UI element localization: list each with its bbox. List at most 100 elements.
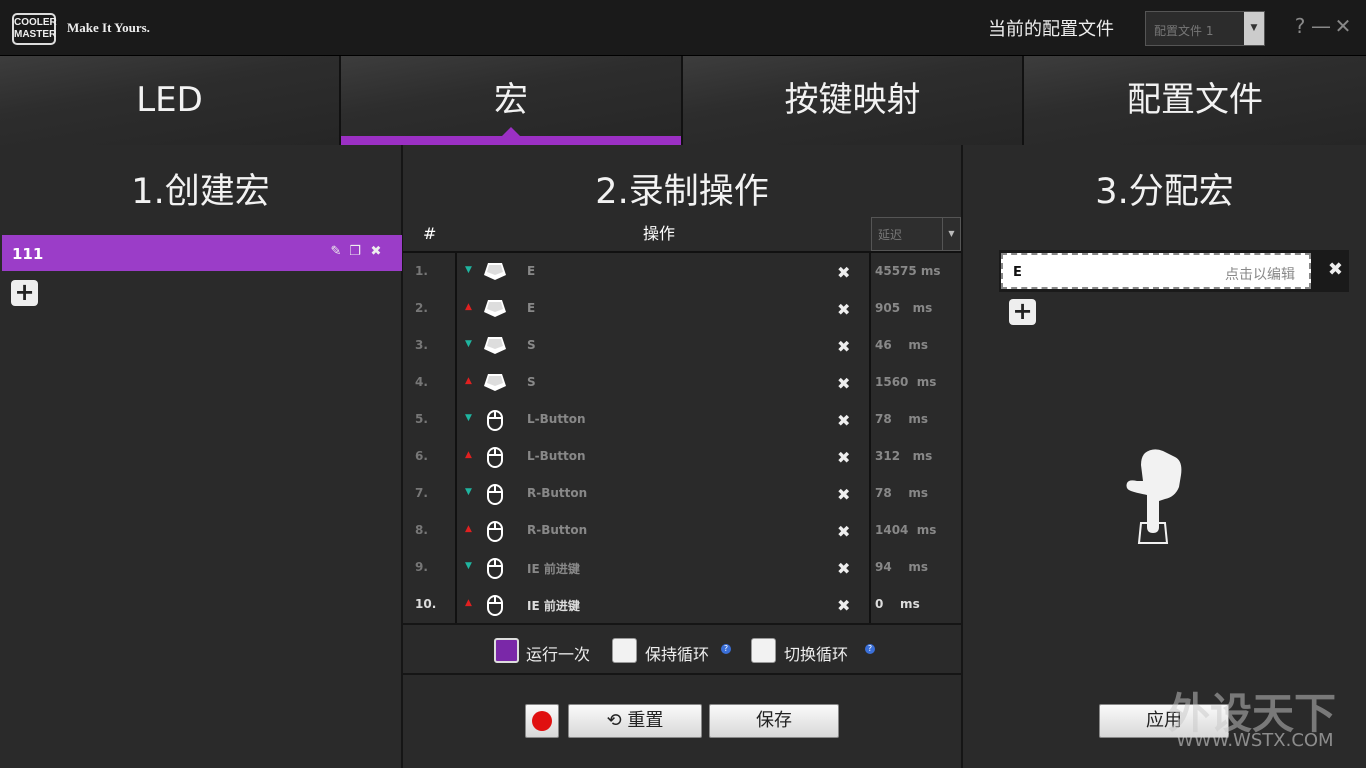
delete-icon[interactable]: ✖	[837, 300, 850, 319]
tab-label: 配置文件	[1127, 80, 1263, 120]
tab-label: 宏	[494, 80, 528, 120]
key-down-arrow-icon: ▼	[465, 561, 472, 571]
assign-macro-panel: 3.分配宏 E 点击以编辑 ✖ + 应用	[963, 145, 1366, 768]
create-macro-panel: 1.创建宏 111 ✎ ❐ ✖ +	[0, 145, 403, 768]
help-button[interactable]: ?	[1291, 14, 1309, 38]
column-header-number: #	[423, 224, 437, 243]
table-row[interactable]: 10. ▲ IE 前进键 ✖ 0 ms	[403, 586, 961, 623]
assigned-key-field[interactable]: E 点击以编辑	[1001, 253, 1311, 289]
tab-profile[interactable]: 配置文件	[1024, 56, 1366, 145]
delete-icon[interactable]: ✖	[837, 374, 850, 393]
table-row[interactable]: 4. ▲ S ✖ 1560 ms	[403, 364, 961, 401]
tab-led[interactable]: LED	[0, 56, 341, 145]
action-delay[interactable]: 78 ms	[875, 412, 928, 426]
record-button[interactable]	[525, 704, 559, 738]
edit-hint: 点击以编辑	[1225, 267, 1295, 283]
table-row[interactable]: 6. ▲ L-Button ✖ 312 ms	[403, 438, 961, 475]
table-row[interactable]: 2. ▲ E ✖ 905 ms	[403, 290, 961, 327]
reset-button[interactable]: ⟲ 重置	[568, 704, 702, 738]
main-tabs: LED 宏 按键映射 配置文件	[0, 56, 1366, 145]
action-delay[interactable]: 45575 ms	[875, 264, 941, 278]
key-up-arrow-icon: ▲	[465, 376, 472, 386]
key-down-arrow-icon: ▼	[465, 265, 472, 275]
minimize-button[interactable]: —	[1311, 14, 1331, 38]
delete-icon[interactable]: ✖	[837, 522, 850, 541]
add-macro-button[interactable]: +	[11, 280, 38, 306]
edit-icon[interactable]: ✎	[329, 245, 343, 259]
cooler-master-logo: COOLER MASTER	[12, 13, 57, 45]
chevron-down-icon: ▼	[942, 218, 960, 250]
tab-macro[interactable]: 宏	[341, 56, 683, 145]
keycap-icon	[483, 298, 507, 318]
run-once-label: 运行一次	[526, 645, 591, 664]
panel-title: 2.录制操作	[595, 172, 769, 212]
key-up-arrow-icon: ▲	[465, 524, 472, 534]
delete-icon[interactable]: ✖	[837, 448, 850, 467]
table-row[interactable]: 1. ▼ E ✖ 45575 ms	[403, 253, 961, 290]
reset-label: 重置	[627, 710, 664, 731]
assigned-key-row: E 点击以编辑 ✖	[999, 250, 1349, 292]
action-delay[interactable]: 1560 ms	[875, 375, 936, 389]
delete-icon[interactable]: ✖	[837, 596, 850, 615]
copy-icon[interactable]: ❐	[348, 245, 362, 259]
mouse-icon	[483, 520, 507, 542]
macro-list-item[interactable]: 111 ✎ ❐ ✖	[2, 235, 402, 271]
active-tab-indicator	[502, 127, 520, 136]
delete-icon[interactable]: ✖	[369, 245, 383, 259]
table-row[interactable]: 5. ▼ L-Button ✖ 78 ms	[403, 401, 961, 438]
row-number: 5.	[415, 412, 428, 426]
action-delay[interactable]: 905 ms	[875, 301, 932, 315]
row-number: 6.	[415, 449, 428, 463]
key-down-arrow-icon: ▼	[465, 413, 472, 423]
row-number: 1.	[415, 264, 428, 278]
table-row[interactable]: 8. ▲ R-Button ✖ 1404 ms	[403, 512, 961, 549]
action-name: E	[527, 264, 536, 278]
playback-options: 运行一次 保持循环 ? 切换循环 ?	[403, 623, 961, 675]
record-icon	[532, 711, 552, 731]
keep-loop-checkbox[interactable]	[612, 638, 637, 663]
keycap-icon	[483, 372, 507, 392]
action-delay[interactable]: 0 ms	[875, 597, 920, 611]
key-up-arrow-icon: ▲	[465, 598, 472, 608]
tab-label: LED	[136, 80, 203, 120]
close-button[interactable]: ✕	[1334, 14, 1352, 38]
add-key-button[interactable]: +	[1009, 299, 1036, 325]
row-number: 2.	[415, 301, 428, 315]
reset-icon: ⟲	[606, 710, 622, 731]
tab-key-mapping[interactable]: 按键映射	[683, 56, 1024, 145]
action-delay[interactable]: 94 ms	[875, 560, 928, 574]
keep-loop-label: 保持循环	[645, 645, 710, 664]
mouse-icon	[483, 409, 507, 431]
delay-dropdown-value: 延迟	[878, 228, 903, 242]
delete-icon[interactable]: ✖	[837, 485, 850, 504]
help-icon[interactable]: ?	[865, 644, 875, 654]
table-row[interactable]: 3. ▼ S ✖ 46 ms	[403, 327, 961, 364]
profile-dropdown[interactable]: 配置文件 1 ▼	[1145, 11, 1265, 46]
action-delay[interactable]: 312 ms	[875, 449, 932, 463]
delete-icon[interactable]: ✖	[837, 263, 850, 282]
action-delay[interactable]: 1404 ms	[875, 523, 936, 537]
column-header-action: 操作	[643, 224, 676, 243]
delete-icon[interactable]: ✖	[837, 337, 850, 356]
delete-icon[interactable]: ✖	[837, 559, 850, 578]
table-row[interactable]: 7. ▼ R-Button ✖ 78 ms	[403, 475, 961, 512]
key-down-arrow-icon: ▼	[465, 487, 472, 497]
tagline: Make It Yours.	[67, 20, 150, 35]
title-bar: COOLER MASTER Make It Yours. 当前的配置文件 配置文件…	[0, 0, 1366, 56]
toggle-loop-checkbox[interactable]	[751, 638, 776, 663]
keycap-icon	[483, 261, 507, 281]
help-icon[interactable]: ?	[721, 644, 731, 654]
panel-title: 1.创建宏	[131, 172, 270, 212]
delete-icon[interactable]: ✖	[1328, 259, 1343, 280]
tab-label: 按键映射	[784, 80, 921, 120]
table-row[interactable]: 9. ▼ IE 前进键 ✖ 94 ms	[403, 549, 961, 586]
run-once-checkbox[interactable]	[494, 638, 519, 663]
action-delay[interactable]: 46 ms	[875, 338, 928, 352]
save-button[interactable]: 保存	[709, 704, 839, 738]
action-name: IE 前进键	[527, 599, 580, 613]
action-delay[interactable]: 78 ms	[875, 486, 928, 500]
mouse-icon	[483, 594, 507, 616]
delay-dropdown[interactable]: 延迟 ▼	[871, 217, 961, 251]
actions-table: # 操作 延迟 ▼ 1. ▼ E ✖ 45575 ms 2. ▲ E ✖ 905 ms 3. ▼ S ✖ 4…	[403, 217, 961, 623]
delete-icon[interactable]: ✖	[837, 411, 850, 430]
